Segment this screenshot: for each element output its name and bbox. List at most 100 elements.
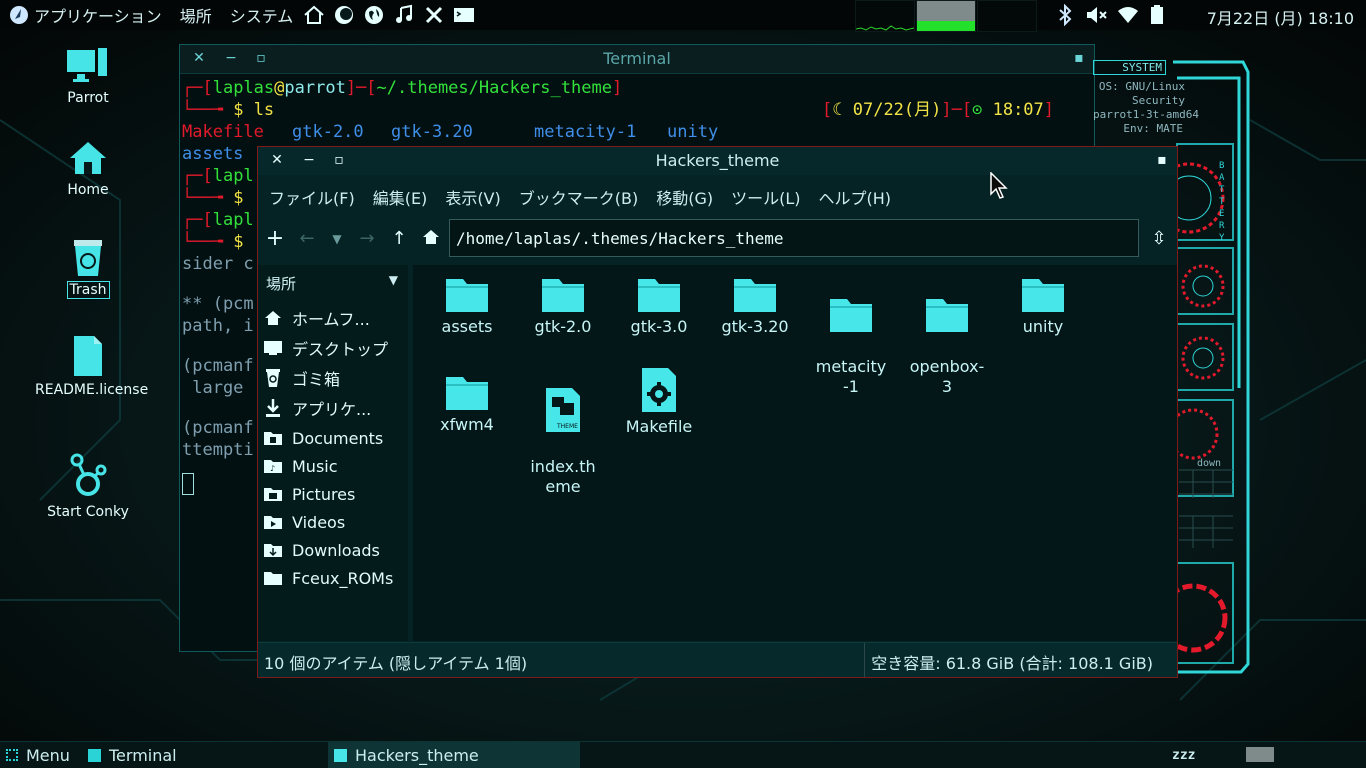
globe-icon[interactable] [363, 4, 385, 26]
thunderbird-icon[interactable] [333, 4, 355, 26]
terminal-icon[interactable] [453, 4, 475, 26]
sidebar-item-applications[interactable]: アプリケ... [262, 395, 408, 421]
sidebar-item-videos[interactable]: Videos [262, 509, 408, 535]
file-item-xfwm4[interactable]: xfwm4 [422, 373, 512, 435]
up-icon[interactable]: ↑ [388, 228, 410, 250]
desktop-icon-start-conky[interactable]: Start Conky [33, 452, 143, 520]
workspace-switcher[interactable] [1246, 747, 1274, 762]
terminal-command: ls [253, 100, 275, 120]
desktop-icon-home[interactable]: Home [33, 138, 143, 198]
menu-tools[interactable]: ツール(L) [731, 185, 800, 209]
prompt-time: 18:07 [992, 100, 1044, 120]
menubar: ファイル(F) 編集(E) 表示(V) ブックマーク(B) 移動(G) ツール(… [258, 185, 898, 209]
computer-icon [67, 48, 107, 82]
menu-edit[interactable]: 編集(E) [373, 185, 428, 209]
file-item-label: gtk-3.20 [721, 317, 789, 336]
file-item-assets[interactable]: assets [422, 275, 512, 337]
menu-view[interactable]: 表示(V) [445, 185, 500, 209]
folder-icon [734, 279, 776, 312]
sidebar-item-documents[interactable]: Documents [262, 425, 408, 451]
hud-info-kernel: parrot1-3t-amd64 [1093, 108, 1199, 121]
sidebar-item-trash[interactable]: ゴミ箱 [262, 365, 408, 391]
prompt-date: 07/22(月) [852, 100, 942, 120]
file-item-label: xfwm4 [440, 415, 494, 434]
path-input[interactable] [449, 219, 1139, 257]
wifi-icon[interactable] [1117, 4, 1139, 26]
pin-icon[interactable]: ▪ [1155, 153, 1169, 167]
menu-help[interactable]: ヘルプ(H) [819, 185, 892, 209]
menu-bookmarks[interactable]: ブックマーク(B) [519, 185, 638, 209]
desktop-icon-parrot[interactable]: Parrot [33, 46, 143, 106]
terminal-text: (pcmanf [182, 418, 254, 438]
settings-file-icon [642, 368, 676, 412]
sidebar-item-label: ホームフ... [292, 310, 370, 329]
terminal-titlebar[interactable]: ✕ − ▫ Terminal ▪ [180, 45, 1094, 74]
sidebar-item-home[interactable]: ホームフ... [262, 305, 408, 331]
sidebar-item-desktop[interactable]: デスクトップ [262, 335, 408, 361]
file-item-label: Makefile [625, 417, 693, 436]
forward-icon[interactable]: → [356, 228, 378, 250]
file-item-makefile[interactable]: Makefile [614, 367, 704, 437]
new-tab-icon[interactable]: + [264, 228, 286, 250]
x-tools-icon[interactable] [423, 4, 445, 26]
file-item-index-theme[interactable]: THEME index.th eme [518, 367, 608, 497]
home-icon [262, 308, 284, 328]
trash-icon [74, 240, 102, 276]
svg-text:♪: ♪ [270, 464, 275, 473]
file-item-gtk-2.0[interactable]: gtk-2.0 [518, 275, 608, 337]
task-terminal[interactable]: Terminal [86, 745, 328, 765]
trash-icon [262, 368, 284, 388]
sidebar-header[interactable]: 場所 ▼ [266, 273, 404, 294]
applications-menu[interactable]: アプリケーション [34, 3, 162, 27]
battery-icon[interactable] [1149, 4, 1165, 26]
chevron-down-icon[interactable]: ▼ [389, 273, 398, 287]
folder-icon [542, 279, 584, 312]
sleep-indicator[interactable]: zzz [1172, 745, 1195, 765]
file-item-unity[interactable]: unity [998, 275, 1088, 337]
menu-button[interactable]: Menu [6, 745, 70, 765]
folder-videos-icon [262, 512, 284, 532]
file-item-metacity-1[interactable]: metacity -1 [806, 275, 896, 397]
menu-file[interactable]: ファイル(F) [269, 185, 355, 209]
sidebar-item-downloads[interactable]: Downloads [262, 537, 408, 563]
pin-icon[interactable]: ▪ [1072, 51, 1086, 65]
sidebar-item-label: Documents [292, 428, 384, 448]
path-go-icon[interactable]: ⇳ [1148, 228, 1170, 250]
folder-icon [334, 748, 347, 762]
file-manager-window[interactable]: ✕ − ▫ Hackers_theme ▪ ファイル(F) 編集(E) 表示(V… [257, 146, 1178, 678]
music-icon[interactable] [393, 4, 415, 26]
file-item-label: openbox- 3 [909, 357, 985, 396]
back-icon[interactable]: ← [296, 228, 318, 250]
file-view[interactable]: assets gtk-2.0 gtk-3.0 gtk-3.20 metacity… [413, 265, 1177, 641]
home-icon[interactable] [420, 228, 442, 250]
bluetooth-icon[interactable] [1056, 4, 1074, 26]
file-manager-titlebar[interactable]: ✕ − ▫ Hackers_theme ▪ [258, 147, 1177, 175]
clock[interactable]: 7月22日 (月) 18:10 [1207, 5, 1354, 29]
task-hackers-theme[interactable]: Hackers_theme [328, 742, 580, 768]
network-graph [977, 0, 1037, 32]
sidebar-item-label: ゴミ箱 [292, 370, 341, 389]
sidebar-item-pictures[interactable]: Pictures [262, 481, 408, 507]
mouse-pointer-icon [990, 172, 1008, 199]
home-icon[interactable] [303, 4, 325, 26]
system-menu[interactable]: システム [230, 3, 294, 27]
sidebar-item-music[interactable]: ♪ Music [262, 453, 408, 479]
file-item-gtk-3.0[interactable]: gtk-3.0 [614, 275, 704, 337]
sidebar-item-fceux-roms[interactable]: Fceux_ROMs [262, 565, 408, 591]
file-item-gtk-3.20[interactable]: gtk-3.20 [710, 275, 800, 337]
cpu-graph [855, 0, 915, 32]
desktop-icon-readme[interactable]: README.license [33, 334, 148, 398]
sidebar: 場所 ▼ ホームフ... デスクトップ ゴミ箱 アプリケ... Document… [258, 265, 408, 641]
menu-go[interactable]: 移動(G) [656, 185, 713, 209]
history-dropdown-icon[interactable]: ▼ [326, 228, 348, 250]
parrot-logo-icon[interactable] [8, 4, 30, 26]
file-item-openbox-3[interactable]: openbox- 3 [902, 275, 992, 397]
volume-muted-icon[interactable] [1085, 4, 1109, 26]
menu-button-label: Menu [26, 745, 70, 765]
sidebar-header-label: 場所 [266, 275, 297, 293]
file-item-label: metacity -1 [815, 357, 887, 396]
places-menu[interactable]: 場所 [180, 3, 212, 27]
hud-info-os: OS: GNU/Linux [1098, 80, 1185, 93]
desktop-icon-trash[interactable]: Trash [33, 238, 143, 299]
grid-icon [6, 749, 18, 761]
